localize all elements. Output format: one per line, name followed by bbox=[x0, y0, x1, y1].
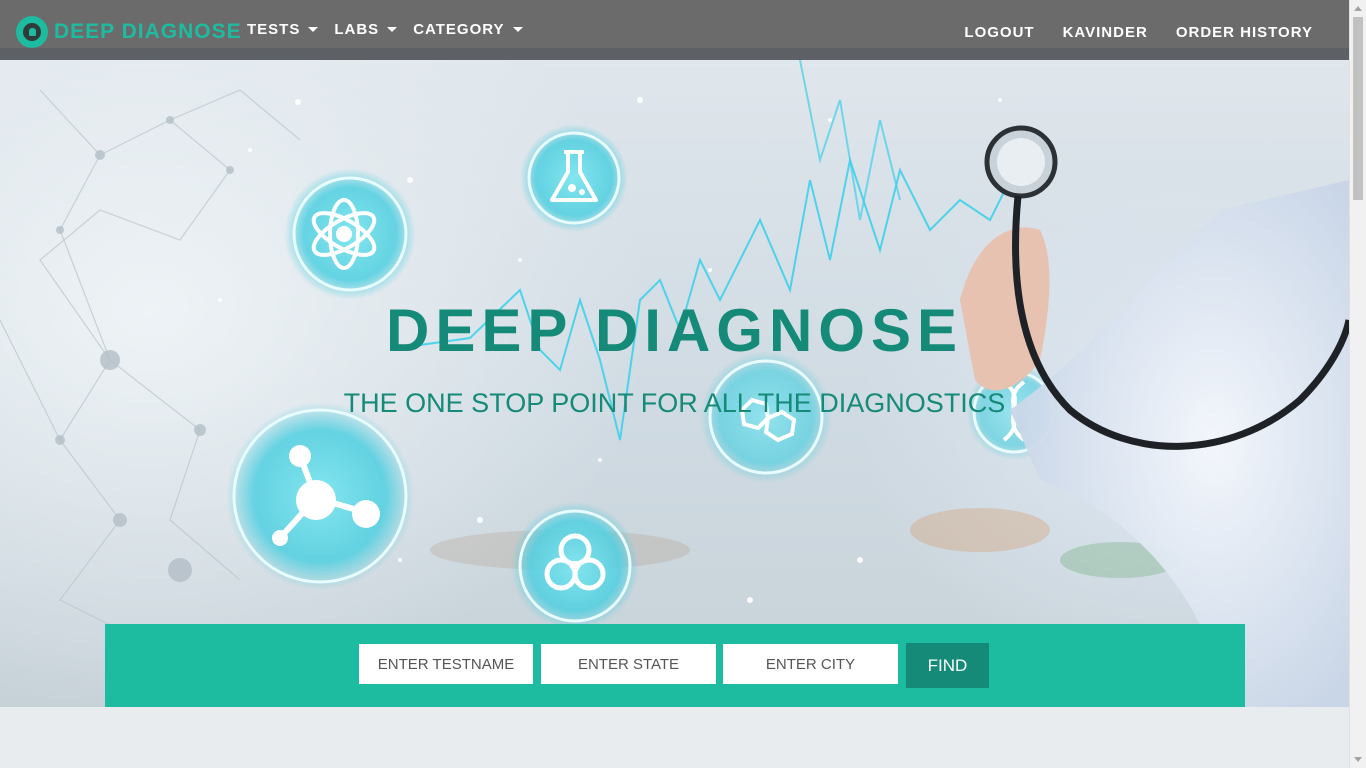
user-profile-link[interactable]: KAVINDER bbox=[1063, 24, 1148, 41]
navbar: DEEP DIAGNOSE TESTS LABS CATEGORY LOGOUT… bbox=[0, 0, 1349, 48]
state-input[interactable] bbox=[541, 644, 716, 684]
find-button[interactable]: FIND bbox=[906, 643, 989, 688]
city-input[interactable] bbox=[723, 644, 898, 684]
caret-down-icon bbox=[308, 27, 319, 32]
hero-title: DEEP DIAGNOSE bbox=[385, 297, 963, 364]
biohazard-icon bbox=[511, 502, 639, 630]
vertical-scrollbar[interactable] bbox=[1349, 0, 1366, 768]
network-lines bbox=[0, 89, 301, 661]
nav-label: LABS bbox=[334, 21, 380, 38]
atom-icon bbox=[284, 168, 416, 300]
scroll-thumb[interactable] bbox=[1353, 17, 1363, 200]
nav-dropdown-tests[interactable]: TESTS bbox=[247, 21, 319, 38]
brand-name: DEEP DIAGNOSE bbox=[54, 20, 242, 43]
flask-icon bbox=[520, 124, 628, 232]
hero-illustration bbox=[0, 60, 1349, 707]
navbar-shadow-strip bbox=[0, 48, 1349, 60]
nav-label: CATEGORY bbox=[413, 21, 505, 38]
search-panel: FIND bbox=[105, 624, 1245, 707]
nav-dropdown-labs[interactable]: LABS bbox=[334, 21, 398, 38]
scroll-down-arrow-icon[interactable] bbox=[1354, 757, 1362, 762]
logout-link[interactable]: LOGOUT bbox=[964, 24, 1034, 41]
order-history-link[interactable]: ORDER HISTORY bbox=[1176, 24, 1313, 41]
nav-user-links: LOGOUT KAVINDER ORDER HISTORY bbox=[936, 24, 1313, 41]
nav-label: TESTS bbox=[247, 21, 301, 38]
brand-logo-icon bbox=[16, 16, 48, 48]
caret-down-icon bbox=[512, 27, 523, 32]
molecule-icon bbox=[226, 402, 414, 590]
nav-menu: TESTS LABS CATEGORY bbox=[247, 21, 539, 38]
hero-subtitle: THE ONE STOP POINT FOR ALL THE DIAGNOSTI… bbox=[343, 388, 1006, 418]
testname-input[interactable] bbox=[359, 644, 533, 684]
hero-banner: DEEP DIAGNOSE THE ONE STOP POINT FOR ALL… bbox=[0, 60, 1349, 707]
caret-down-icon bbox=[387, 27, 398, 32]
brand-link[interactable]: DEEP DIAGNOSE bbox=[16, 14, 242, 48]
scroll-up-arrow-icon[interactable] bbox=[1354, 6, 1362, 11]
nav-dropdown-category[interactable]: CATEGORY bbox=[413, 21, 523, 38]
